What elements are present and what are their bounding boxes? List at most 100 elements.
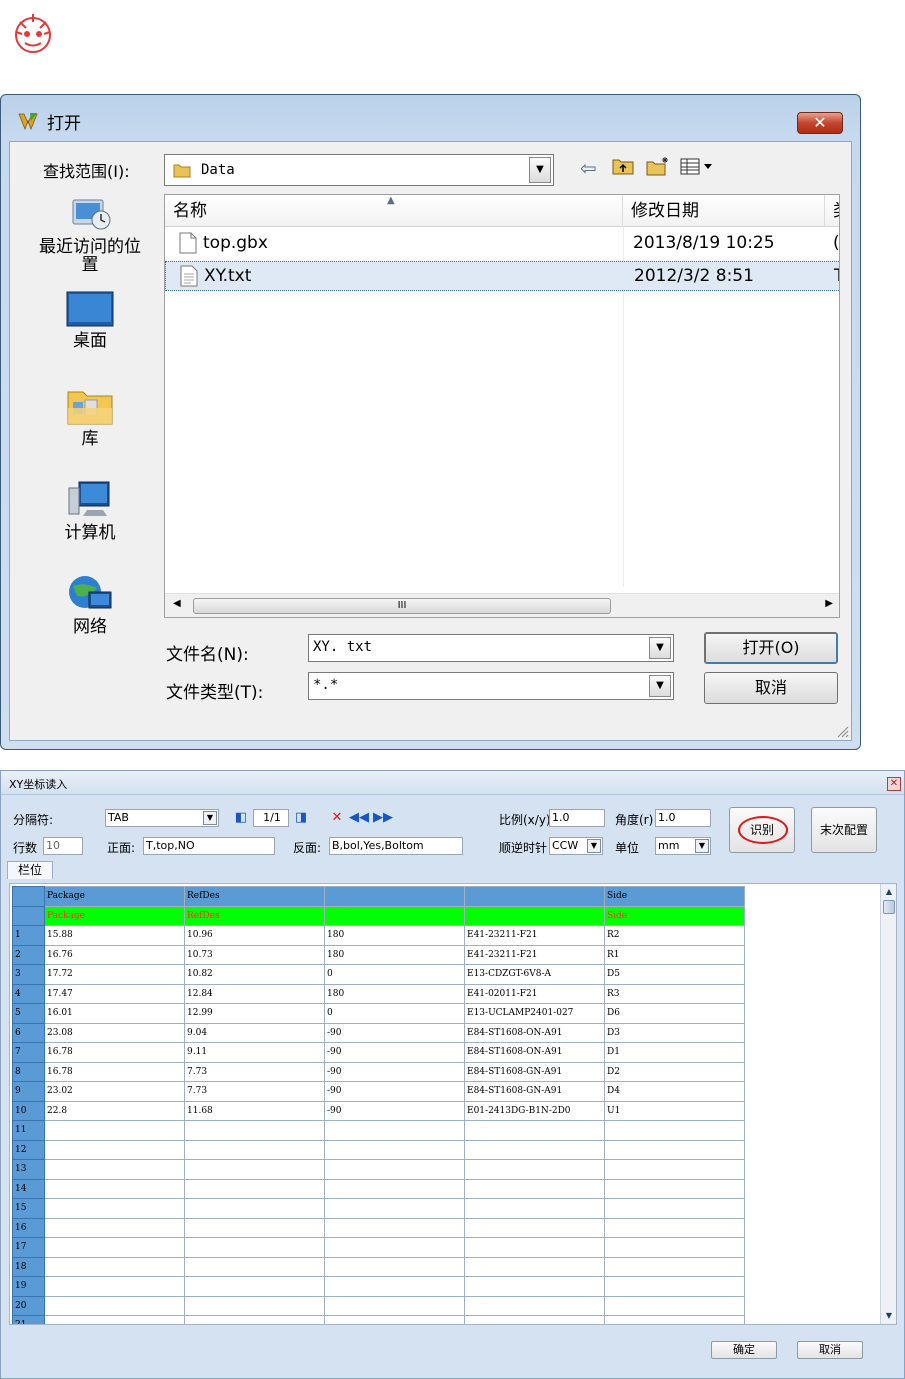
grid-cell[interactable]	[604, 1276, 745, 1297]
grid-cell[interactable]	[44, 1276, 185, 1297]
view-menu-icon[interactable]	[680, 156, 714, 181]
unit-select[interactable]: mm ▼	[655, 837, 711, 855]
row-header-corner[interactable]	[12, 886, 45, 907]
place-network[interactable]: 网络	[32, 572, 148, 636]
table-row[interactable]: 6 23.08 9.04 -90 E84-ST1608-ON-A91 D3	[12, 1022, 745, 1043]
grid-cell[interactable]: E41-23211-F21	[464, 944, 605, 965]
grid-cell[interactable]: E84-ST1608-ON-A91	[464, 1042, 605, 1063]
grid-cell[interactable]	[464, 1159, 605, 1180]
grid-cell[interactable]	[324, 1139, 465, 1160]
row-header[interactable]: 9	[12, 1081, 45, 1102]
grid-cell[interactable]	[184, 1198, 325, 1219]
move-left-icon[interactable]: ◀◀	[349, 809, 369, 827]
move-right-icon[interactable]: ▶▶	[373, 809, 393, 827]
grid-cell[interactable]	[44, 1295, 185, 1316]
chevron-down-icon[interactable]: ▼	[649, 637, 671, 659]
grid-cell[interactable]: D6	[604, 1003, 745, 1024]
row-header[interactable]: 8	[12, 1061, 45, 1082]
chevron-down-icon[interactable]: ▼	[587, 839, 601, 853]
row-header[interactable]: 17	[12, 1237, 45, 1258]
table-row[interactable]: 4 17.47 12.84 180 E41-02011-F21 R3	[12, 983, 745, 1004]
grid-cell[interactable]: E84-ST1608-GN-A91	[464, 1081, 605, 1102]
grid-cell[interactable]	[324, 1159, 465, 1180]
row-header[interactable]: 18	[12, 1256, 45, 1277]
grid-cell[interactable]: U1	[604, 1100, 745, 1121]
grid-cell[interactable]: -90	[324, 1042, 465, 1063]
grid-cell[interactable]	[604, 1217, 745, 1238]
grid-cell[interactable]	[464, 1120, 605, 1141]
filetype-combo[interactable]: *.* ▼	[308, 672, 674, 700]
row-header[interactable]: 1	[12, 925, 45, 946]
new-folder-icon[interactable]	[646, 156, 670, 181]
grid-cell[interactable]	[604, 1256, 745, 1277]
grid-cell[interactable]	[184, 1295, 325, 1316]
grid-cell[interactable]	[324, 1178, 465, 1199]
grid-cell[interactable]: E84-ST1608-GN-A91	[464, 1061, 605, 1082]
up-folder-icon[interactable]	[612, 156, 634, 181]
grid-cell[interactable]: 180	[324, 925, 465, 946]
grid-cell[interactable]: -90	[324, 1022, 465, 1043]
column-header[interactable]: RefDes	[184, 886, 325, 907]
row-header[interactable]: 15	[12, 1198, 45, 1219]
chevron-down-icon[interactable]: ▼	[529, 157, 551, 183]
grid-cell[interactable]	[604, 1198, 745, 1219]
file-row[interactable]: top.gbx 2013/8/19 10:25 (	[165, 229, 839, 259]
grid-cell[interactable]: D1	[604, 1042, 745, 1063]
close-button[interactable]: ✕	[887, 777, 901, 791]
grid-cell[interactable]: -90	[324, 1061, 465, 1082]
column-type[interactable]: 类	[825, 195, 839, 227]
file-row-selected[interactable]: XY.txt 2012/3/2 8:51 T	[165, 261, 839, 291]
grid-cell[interactable]	[604, 1237, 745, 1258]
row-header[interactable]: 3	[12, 964, 45, 985]
grid-cell[interactable]: 12.99	[184, 1003, 325, 1024]
last-config-button[interactable]: 末次配置	[811, 807, 877, 853]
grid-cell[interactable]	[44, 1120, 185, 1141]
grid-cell[interactable]: 23.02	[44, 1081, 185, 1102]
grid-cell[interactable]: E41-23211-F21	[464, 925, 605, 946]
grid-cell[interactable]: -90	[324, 1081, 465, 1102]
cancel-button[interactable]: 取消	[797, 1341, 863, 1359]
place-recent[interactable]: 最近访问的位 置	[32, 190, 148, 274]
table-row[interactable]: 11	[12, 1120, 745, 1141]
back-arrow-icon[interactable]: ⇦	[580, 156, 597, 180]
scroll-down-icon[interactable]: ▼	[883, 1310, 895, 1322]
grid-cell[interactable]: R2	[604, 925, 745, 946]
table-row[interactable]: 3 17.72 10.82 0 E13-CDZGT-6V8-A D5	[12, 964, 745, 985]
grid-cell[interactable]: 17.47	[44, 983, 185, 1004]
grid-cell[interactable]	[44, 1139, 185, 1160]
column-header[interactable]	[324, 886, 465, 907]
table-row[interactable]: 16	[12, 1217, 745, 1238]
table-row[interactable]: 19	[12, 1276, 745, 1297]
direction-select[interactable]: CCW ▼	[549, 837, 603, 855]
grid-cell[interactable]: -90	[324, 1100, 465, 1121]
grid-cell[interactable]	[184, 1178, 325, 1199]
grid-cell[interactable]	[184, 1237, 325, 1258]
grid-cell[interactable]	[44, 1237, 185, 1258]
horizontal-scrollbar[interactable]: ◀ III ▶	[165, 593, 839, 617]
mapping-cell[interactable]: Side	[604, 905, 745, 926]
grid-cell[interactable]: 180	[324, 944, 465, 965]
ok-button[interactable]: 确定	[711, 1341, 777, 1359]
open-button[interactable]: 打开(O)	[704, 632, 838, 664]
column-header[interactable]: Package	[44, 886, 185, 907]
data-grid[interactable]: Package RefDes Side Package RefDes Side 1 15.88…	[9, 883, 897, 1325]
grid-cell[interactable]	[184, 1276, 325, 1297]
table-row[interactable]: 10 22.8 11.68 -90 E01-2413DG-B1N-2D0 U1	[12, 1100, 745, 1121]
grid-cell[interactable]: 16.78	[44, 1061, 185, 1082]
grid-cell[interactable]	[464, 1139, 605, 1160]
scroll-thumb[interactable]	[883, 900, 895, 914]
grid-cell[interactable]: D3	[604, 1022, 745, 1043]
table-row[interactable]: 9 23.02 7.73 -90 E84-ST1608-GN-A91 D4	[12, 1081, 745, 1102]
scroll-left-icon[interactable]: ◀	[173, 598, 181, 609]
grid-cell[interactable]	[324, 1198, 465, 1219]
table-row[interactable]: 18	[12, 1256, 745, 1277]
grid-cell[interactable]	[324, 1237, 465, 1258]
grid-cell[interactable]	[184, 1159, 325, 1180]
grid-cell[interactable]	[44, 1217, 185, 1238]
table-row[interactable]: 8 16.78 7.73 -90 E84-ST1608-GN-A91 D2	[12, 1061, 745, 1082]
grid-cell[interactable]: 7.73	[184, 1061, 325, 1082]
grid-cell[interactable]: 0	[324, 964, 465, 985]
column-header[interactable]: Side	[604, 886, 745, 907]
scroll-right-icon[interactable]: ▶	[825, 598, 833, 609]
place-library[interactable]: 库	[32, 384, 148, 448]
